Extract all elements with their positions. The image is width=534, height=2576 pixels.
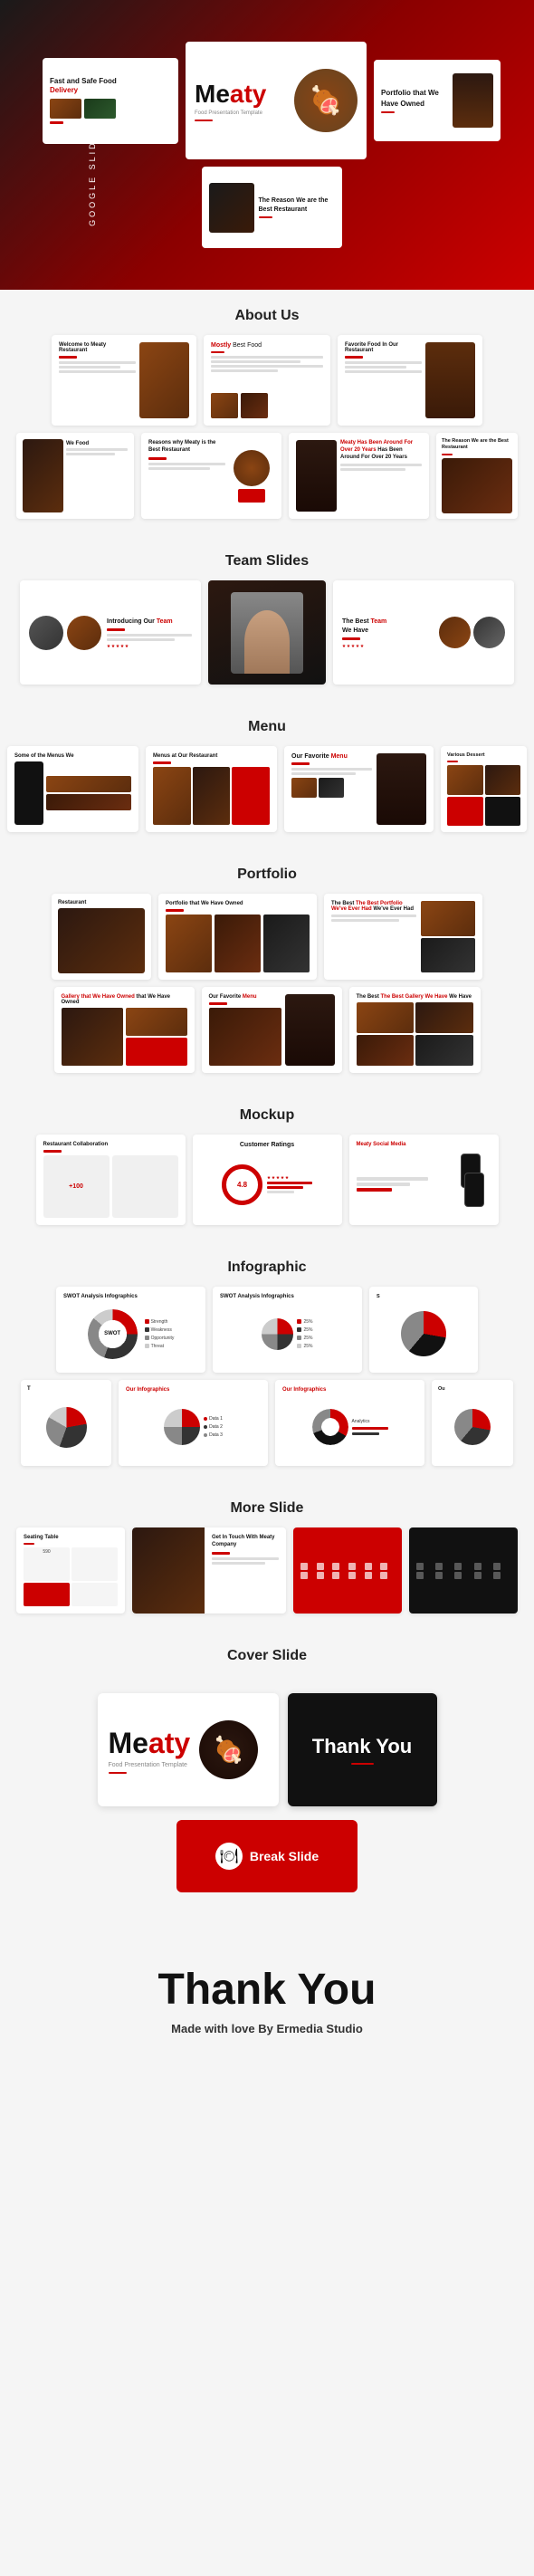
break-slide-label: Break Slide xyxy=(250,1849,319,1863)
infographic-slide-swot1: SWOT Analysis Infographics SWOT Strength… xyxy=(56,1287,205,1373)
hero-food-image: 🍖 xyxy=(294,69,358,132)
mockup-header: Mockup xyxy=(0,1089,534,1135)
about-row-1: Welcome to Meaty Restaurant Mostly Best … xyxy=(9,335,525,426)
about-slide-we-food: We Food xyxy=(16,433,134,519)
infographic-row-1: SWOT Analysis Infographics SWOT Strength… xyxy=(9,1287,525,1373)
cover-food-bowl: 🍖 xyxy=(199,1720,258,1779)
infographic-slide-swot2: SWOT Analysis Infographics 25% 25% 25% 2… xyxy=(213,1287,362,1373)
team-slide-chef-photo xyxy=(208,580,326,685)
about-slide-mostly: Mostly Best Food xyxy=(204,335,330,426)
mockup-grid: Restaurant Collaboration +100 Customer R… xyxy=(0,1135,534,1241)
hero-reason-title: The Reason We are the Best Restaurant xyxy=(259,196,335,213)
team-header: Team Slides xyxy=(0,535,534,580)
cover-thankyou-text: Thank You xyxy=(312,1735,412,1758)
infographic-slide-our1: Our Infographics Data 1 Data 2 Data 3 xyxy=(119,1380,268,1466)
cover-slide-meaty: Meaty Food Presentation Template 🍖 xyxy=(98,1693,279,1806)
cover-slides-row: Meaty Food Presentation Template 🍖 Thank… xyxy=(9,1693,525,1806)
cover-slide-header: Cover Slide xyxy=(0,1630,534,1675)
portfolio-slide-restaurant: Restaurant xyxy=(52,894,151,980)
more-slide-contact: Get In Touch With Meaty Company xyxy=(132,1527,286,1614)
infographic-slide-our2: Our Infographics Analytics xyxy=(275,1380,424,1466)
final-subtitle: Made with love By Ermedia Studio xyxy=(18,2022,516,2035)
hero-slide-portfolio: Portfolio that We Have Owned xyxy=(374,60,501,141)
break-slide: 🍽 Break Slide xyxy=(176,1820,358,1892)
hero-slide-reason: The Reason We are the Best Restaurant xyxy=(202,167,342,248)
about-slide-around: Meaty Has Been Around For Over 20 Years … xyxy=(289,433,429,519)
hero-section: GOOGLE SLIDE TEMPLATE Fast and Safe Food… xyxy=(0,0,534,290)
team-row: Introducing Our Team xyxy=(9,580,525,685)
menu-row: Some of the Menus We Menus at Our Restau… xyxy=(9,746,525,832)
cover-subtitle: Food Presentation Template xyxy=(109,1762,191,1768)
hero-slide-delivery: Fast and Safe Food Delivery xyxy=(43,58,178,144)
team-slide-intro: Introducing Our Team xyxy=(20,580,201,685)
hero-subtitle: Food Presentation Template xyxy=(195,110,294,116)
about-slide-reason: The Reason We are the Best Restaurant xyxy=(436,433,518,519)
portfolio-slide-owned: Portfolio that We Have Owned xyxy=(158,894,317,980)
portfolio-header: Portfolio xyxy=(0,848,534,894)
team-grid: Introducing Our Team xyxy=(0,580,534,701)
portfolio-slide-our-menu: Our Favorite Menu xyxy=(202,987,342,1073)
cover-slide-section: Meaty Food Presentation Template 🍖 Thank… xyxy=(0,1675,534,1938)
hero-main-slide: Meaty Food Presentation Template 🍖 xyxy=(186,42,367,159)
portfolio-row-1: Restaurant Portfolio that We Have Owned xyxy=(9,894,525,980)
portfolio-slide-best: The Best The Best Portfolio We've Ever H… xyxy=(324,894,482,980)
menu-grid: Some of the Menus We Menus at Our Restau… xyxy=(0,746,534,848)
about-slide-favorite: Favorite Food In Our Restaurant xyxy=(338,335,482,426)
more-slide-seating: Seating Table 590 xyxy=(16,1527,125,1614)
cover-slide-thankyou: Thank You xyxy=(288,1693,437,1806)
more-slide-header: More Slide xyxy=(0,1482,534,1527)
hero-portfolio-title: Portfolio that We Have Owned xyxy=(381,88,447,108)
infographic-slide-partial: Ou xyxy=(432,1380,513,1466)
hero-slide-delivery-title: Fast and Safe Food Delivery xyxy=(50,77,171,96)
cover-brand: Meaty xyxy=(109,1727,191,1760)
infographic-header: Infographic xyxy=(0,1241,534,1287)
infographic-slide-t: T xyxy=(21,1380,111,1466)
about-us-header: About Us xyxy=(0,290,534,335)
portfolio-grid: Restaurant Portfolio that We Have Owned xyxy=(0,894,534,1089)
menu-slide-some: Some of the Menus We xyxy=(7,746,138,832)
mockup-slide-ratings: Customer Ratings 4.8 xyxy=(193,1135,342,1225)
final-section: Thank You Made with love By Ermedia Stud… xyxy=(0,1938,534,2072)
break-slide-icon: 🍽 xyxy=(215,1843,243,1870)
about-slide-reasons: Reasons why Meaty is the Best Restaurant xyxy=(141,433,281,519)
about-slide-welcome: Welcome to Meaty Restaurant xyxy=(52,335,196,426)
menu-slide-dessert: Various Dessert xyxy=(441,746,527,832)
more-row: Seating Table 590 Get In Touch With Meat… xyxy=(9,1527,525,1614)
more-slide-grid: Seating Table 590 Get In Touch With Meat… xyxy=(0,1527,534,1630)
portfolio-slide-gallery: Gallery that We Have Owned that We Have … xyxy=(54,987,195,1073)
more-slide-dark xyxy=(409,1527,518,1614)
infographic-row-2: T Our Infographics Data 1 Data 2 Data 3 xyxy=(9,1380,525,1466)
menu-slide-at-restaurant: Menus at Our Restaurant xyxy=(146,746,277,832)
final-title: Thank You xyxy=(18,1965,516,2015)
team-slide-best: The Best Team We Have xyxy=(333,580,514,685)
infographic-slide-3: S xyxy=(369,1287,478,1373)
hero-slides: Fast and Safe Food Delivery Meaty Food P… xyxy=(0,24,534,266)
about-row-2: We Food Reasons why Meaty is the Best Re… xyxy=(9,433,525,519)
portfolio-row-2: Gallery that We Have Owned that We Have … xyxy=(9,987,525,1073)
mockup-slide-social: Meaty Social Media xyxy=(349,1135,499,1225)
hero-brand-title: Meaty xyxy=(195,80,294,109)
portfolio-slide-best-gallery: The Best The Best Gallery We Have We Hav… xyxy=(349,987,481,1073)
menu-slide-favorite: Our Favorite Menu xyxy=(284,746,434,832)
about-us-grid: Welcome to Meaty Restaurant Mostly Best … xyxy=(0,335,534,535)
mockup-slide-collab: Restaurant Collaboration +100 xyxy=(36,1135,186,1225)
more-slide-font xyxy=(293,1527,402,1614)
mockup-row: Restaurant Collaboration +100 Customer R… xyxy=(9,1135,525,1225)
infographic-grid: SWOT Analysis Infographics SWOT Strength… xyxy=(0,1287,534,1482)
menu-header: Menu xyxy=(0,701,534,746)
